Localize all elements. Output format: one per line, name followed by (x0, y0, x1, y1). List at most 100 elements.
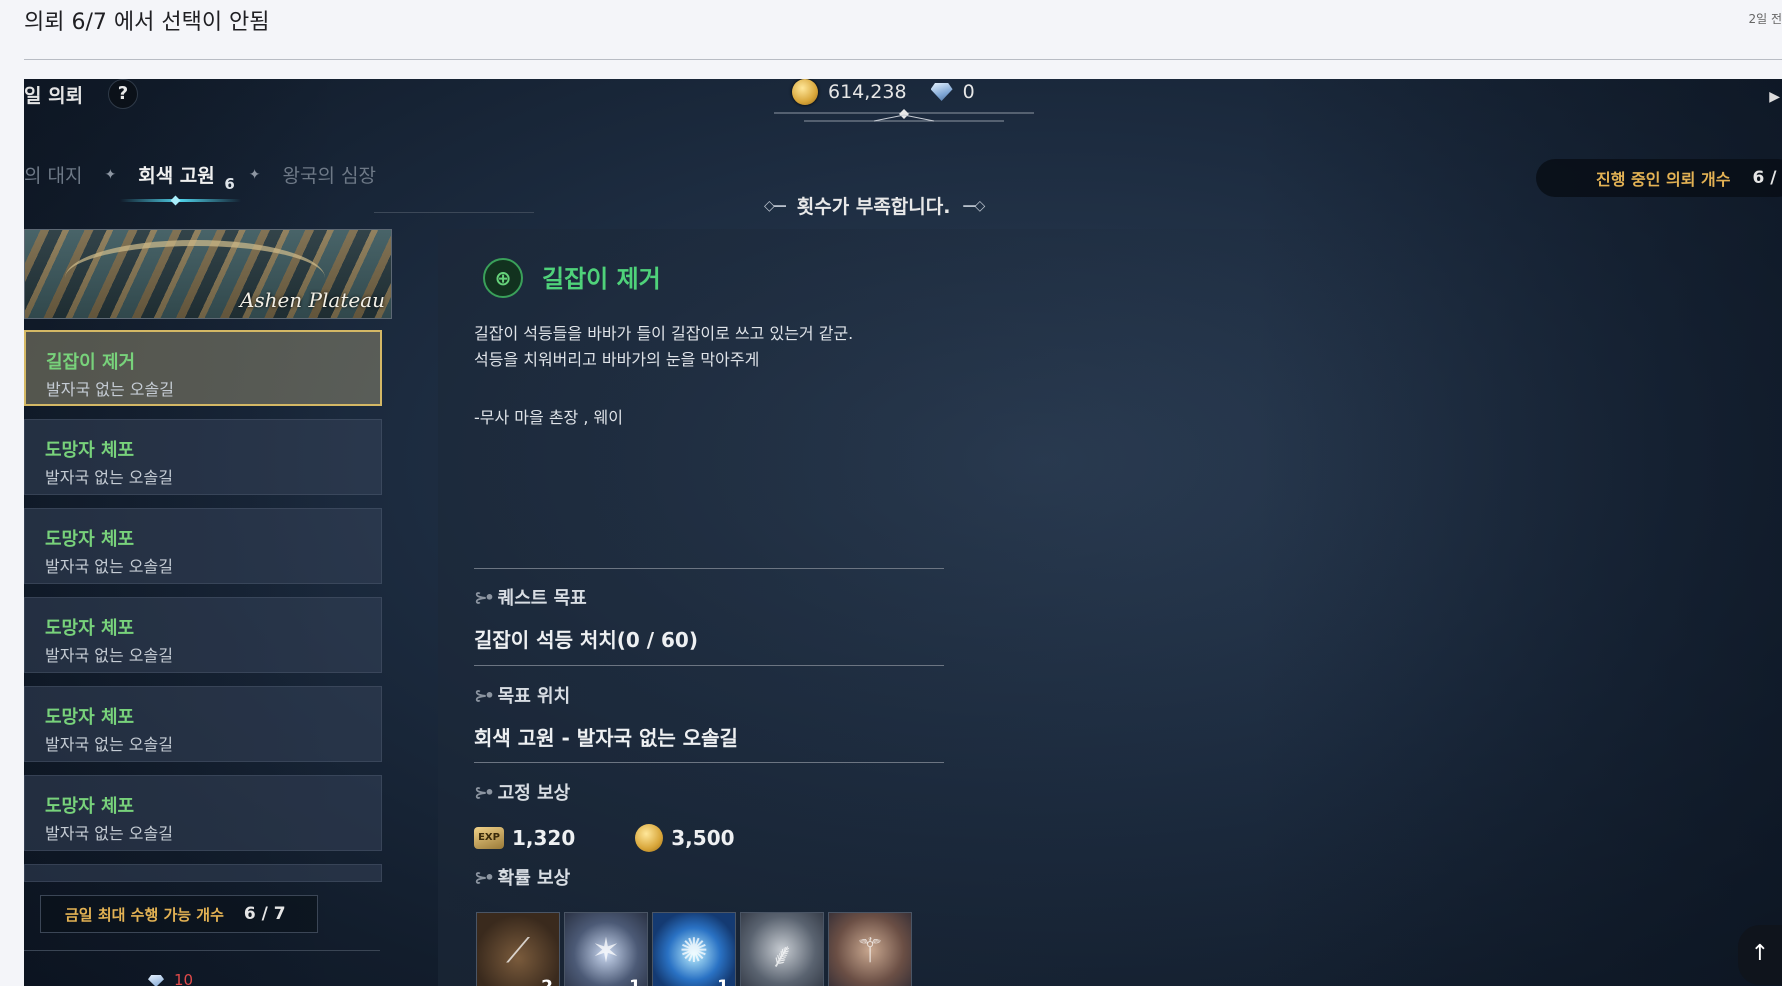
tab-underline (120, 199, 241, 202)
gem-amount: 0 (962, 81, 975, 103)
daily-limit-value: 6 / 7 (243, 904, 286, 924)
quest-name: 도망자 체포 (45, 529, 135, 550)
post-time: 2일 전 (1748, 12, 1782, 26)
quest-name: 길잡이 제거 (46, 352, 136, 373)
quest-name: 도망자 체포 (45, 707, 135, 728)
section-marker-icon: ⊱• (474, 685, 495, 705)
daily-limit-box: 금일 최대 수행 가능 개수 6 / 7 (40, 895, 318, 933)
progress-value: 6 / 7 (1752, 168, 1782, 188)
fixed-reward-heading-text: 고정 보상 (497, 783, 571, 804)
quest-area: 발자국 없는 오솔길 (45, 468, 173, 487)
notice-text: 횟수가 부족합니다. (796, 196, 951, 218)
daily-limit-label: 금일 최대 수행 가능 개수 (65, 905, 224, 924)
random-reward-heading: ⊱• 확률 보상 (474, 864, 570, 890)
item-count: 2 (541, 977, 553, 986)
section-marker-icon: ⊱• (474, 587, 495, 607)
gem-cost: 10 (174, 971, 194, 986)
scroll-to-top-button[interactable]: ↑ (1738, 925, 1782, 985)
gold-coin-icon (792, 79, 818, 105)
gem-icon (930, 83, 953, 101)
fixed-reward-heading: ⊱• 고정 보상 (474, 779, 570, 805)
currency-bar: 614,238 0 (792, 79, 975, 105)
notice-message: ◇— 횟수가 부족합니다. —◇ (764, 192, 985, 219)
location-heading-text: 목표 위치 (497, 686, 571, 707)
section-marker-icon: ⊱• (474, 867, 495, 887)
screen-title: 일 의뢰 (24, 85, 84, 107)
play-arrow-icon[interactable]: ▶ (1769, 89, 1780, 105)
tab-label: 회색 고원 (138, 165, 215, 187)
staff-icon[interactable]: ⚚ (828, 912, 912, 986)
silver-star-icon[interactable]: ✶ 1 (564, 912, 648, 986)
help-icon[interactable]: ? (108, 79, 138, 109)
quest-name: 도망자 체포 (45, 618, 135, 639)
tab-region-3[interactable]: 왕국의 심장 (283, 161, 376, 188)
gold-reward-amount: 3,500 (671, 826, 735, 850)
exp-amount: 1,320 (512, 826, 576, 850)
random-reward-items: ⟋ 2 ✶ 1 ✺ 1 ⸙ ⚚ (476, 912, 912, 986)
quest-area: 발자국 없는 오솔길 (45, 735, 173, 754)
list-item[interactable] (24, 864, 382, 882)
quest-area: 발자국 없는 오솔길 (45, 824, 173, 843)
gold-coin-icon (635, 824, 664, 852)
notice-right-ornament-icon: —◇ (962, 197, 985, 214)
list-item[interactable]: 도망자 체포 발자국 없는 오솔길 (24, 775, 382, 851)
region-tabs: 의 대지 ✦ 회색 고원 6 ✦ 왕국의 심장 (24, 161, 376, 206)
item-glyph: ⟋ (506, 931, 530, 971)
list-item[interactable]: 도망자 체포 발자국 없는 오솔길 (24, 508, 382, 584)
tab-track (374, 212, 534, 213)
tab-separator-icon: ✦ (248, 166, 261, 183)
earring-icon[interactable]: ⸙ (740, 912, 824, 986)
tab-separator-icon: ✦ (104, 166, 117, 183)
divider (24, 59, 1782, 60)
item-count: 1 (717, 977, 729, 986)
section-marker-icon: ⊱• (474, 782, 495, 802)
random-reward-heading-text: 확률 보상 (497, 868, 571, 889)
objective-heading-text: 퀘스트 목표 (497, 588, 587, 609)
tab-region-1[interactable]: 의 대지 (24, 161, 82, 188)
list-item[interactable]: 길잡이 제거 발자국 없는 오솔길 (24, 330, 382, 406)
quest-name: 도망자 체포 (45, 440, 135, 461)
quest-area: 발자국 없는 오솔길 (45, 557, 173, 576)
divider (474, 568, 944, 569)
banner-caption: Ashen Plateau (239, 288, 385, 312)
item-count: 1 (629, 977, 641, 986)
tab-region-2[interactable]: 회색 고원 6 (120, 161, 241, 206)
item-glyph: ✶ (591, 931, 621, 971)
description-line: 길잡이 석등들을 바바가 들이 길잡이로 쓰고 있는거 같군. (474, 324, 854, 343)
quest-description: 길잡이 석등들을 바바가 들이 길잡이로 쓰고 있는거 같군. 석등을 치워버리… (474, 321, 853, 373)
quest-detail-title: 길잡이 제거 (542, 265, 661, 293)
list-item[interactable]: 도망자 체포 발자국 없는 오솔길 (24, 686, 382, 762)
notice-left-ornament-icon: ◇— (764, 197, 787, 214)
item-glyph: ⚚ (854, 931, 886, 971)
objective-text: 길잡이 석등 처치(0 / 60) (474, 628, 698, 652)
quest-area: 발자국 없는 오솔길 (45, 646, 173, 665)
quest-list: 길잡이 제거 발자국 없는 오솔길 도망자 체포 발자국 없는 오솔길 도망자 … (24, 330, 382, 895)
description-line: 석등을 치워버리고 바바가의 눈을 막아주게 (474, 350, 760, 369)
ornament-icon (774, 109, 1034, 122)
gold-amount: 614,238 (828, 81, 907, 103)
wood-log-icon[interactable]: ⟋ 2 (476, 912, 560, 986)
item-glyph: ⸙ (769, 936, 795, 976)
blue-crystal-icon[interactable]: ✺ 1 (652, 912, 736, 986)
list-item[interactable]: 도망자 체포 발자국 없는 오솔길 (24, 597, 382, 673)
quest-name: 도망자 체포 (45, 796, 135, 817)
exp-icon: EXP (474, 827, 504, 849)
fixed-rewards: EXP 1,320 3,500 (474, 824, 735, 852)
list-item[interactable]: 도망자 체포 발자국 없는 오솔길 (24, 419, 382, 495)
quest-area: 발자국 없는 오솔길 (46, 380, 174, 399)
divider (474, 665, 944, 666)
divider (24, 950, 380, 951)
divider (474, 762, 944, 763)
post-title: 의뢰 6/7 에서 선택이 안됨 (24, 10, 270, 35)
active-quest-count: 진행 중인 의뢰 개수 6 / 7 (1536, 159, 1782, 197)
game-screenshot: 일 의뢰 ? 614,238 0 ▶ 의 대지 ✦ 회색 고원 6 ✦ 왕국의 … (24, 79, 1782, 986)
region-banner: Ashen Plateau (24, 229, 392, 319)
quest-type-icon: ⊕ (483, 258, 523, 298)
item-glyph: ✺ (679, 931, 709, 971)
tab-badge: 6 (224, 175, 235, 193)
objective-heading: ⊱• 퀘스트 목표 (474, 584, 587, 610)
location-text: 회색 고원 - 발자국 없는 오솔길 (474, 726, 738, 750)
quest-signature: -무사 마을 촌장 , 웨이 (474, 408, 623, 427)
progress-label: 진행 중인 의뢰 개수 (1596, 170, 1731, 189)
location-heading: ⊱• 목표 위치 (474, 682, 570, 708)
